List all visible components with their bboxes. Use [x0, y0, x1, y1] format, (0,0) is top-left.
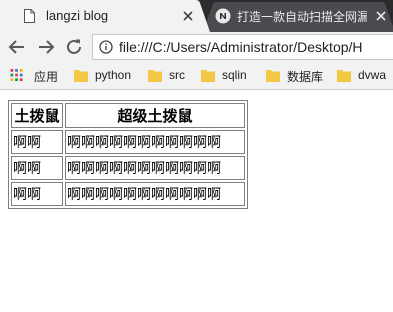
table-header-cell: 超级土拨鼠: [65, 103, 245, 128]
bookmark-label: sqlin: [222, 68, 247, 82]
folder-icon: [148, 70, 162, 82]
table-row: 啊啊 啊啊啊啊啊啊啊啊啊啊啊: [11, 182, 245, 206]
page-content: 土拨鼠 超级土拨鼠 啊啊 啊啊啊啊啊啊啊啊啊啊啊 啊啊 啊啊啊啊啊啊啊啊啊啊啊 …: [0, 91, 393, 312]
table-cell: 啊啊: [11, 156, 63, 180]
table-row: 啊啊 啊啊啊啊啊啊啊啊啊啊啊: [11, 130, 245, 154]
close-icon[interactable]: [180, 8, 196, 24]
bookmark-label: src: [169, 68, 185, 82]
tab-strip: 打造一款自动扫描全网漏洞 langzi blog: [0, 0, 393, 32]
tab-title: langzi blog: [46, 8, 109, 23]
table-cell: 啊啊啊啊啊啊啊啊啊啊啊: [65, 130, 245, 154]
table-row: 啊啊 啊啊啊啊啊啊啊啊啊啊啊: [11, 156, 245, 180]
browser-toolbar: file:///C:/Users/Administrator/Desktop/H: [0, 32, 393, 62]
folder-icon: [74, 70, 88, 82]
bookmark-label: dvwa: [358, 68, 387, 82]
bookmark-label: 数据库: [287, 70, 324, 84]
bookmarks-bar: 应用 python src sqlin 数据库 dvwa: [0, 62, 393, 90]
tab-title: 打造一款自动扫描全网漏洞: [237, 10, 367, 24]
table-cell: 啊啊: [11, 130, 63, 154]
folder-icon: [201, 70, 215, 82]
n-logo-icon: [215, 8, 231, 24]
info-icon[interactable]: [99, 40, 113, 54]
forward-arrow-icon[interactable]: [35, 36, 57, 58]
back-arrow-icon[interactable]: [6, 36, 28, 58]
document-icon: [24, 9, 35, 23]
table-header-cell: 土拨鼠: [11, 103, 63, 128]
url-text[interactable]: file:///C:/Users/Administrator/Desktop/H: [119, 39, 363, 55]
reload-icon[interactable]: [63, 36, 85, 58]
data-table: 土拨鼠 超级土拨鼠 啊啊 啊啊啊啊啊啊啊啊啊啊啊 啊啊 啊啊啊啊啊啊啊啊啊啊啊 …: [8, 100, 248, 209]
table-cell: 啊啊: [11, 182, 63, 206]
bookmark-label: python: [95, 68, 132, 82]
table-header-row: 土拨鼠 超级土拨鼠: [11, 103, 245, 128]
folder-icon: [337, 70, 351, 82]
close-icon[interactable]: [373, 8, 389, 24]
tab-active[interactable]: langzi blog: [0, 0, 210, 32]
table-cell: 啊啊啊啊啊啊啊啊啊啊啊: [65, 156, 245, 180]
apps-icon: [10, 69, 23, 82]
folder-icon: [266, 70, 280, 82]
tab-inactive[interactable]: 打造一款自动扫描全网漏洞: [203, 0, 393, 32]
bookmark-label: 应用: [34, 70, 59, 84]
table-cell: 啊啊啊啊啊啊啊啊啊啊啊: [65, 182, 245, 206]
address-bar[interactable]: file:///C:/Users/Administrator/Desktop/H: [92, 34, 393, 60]
